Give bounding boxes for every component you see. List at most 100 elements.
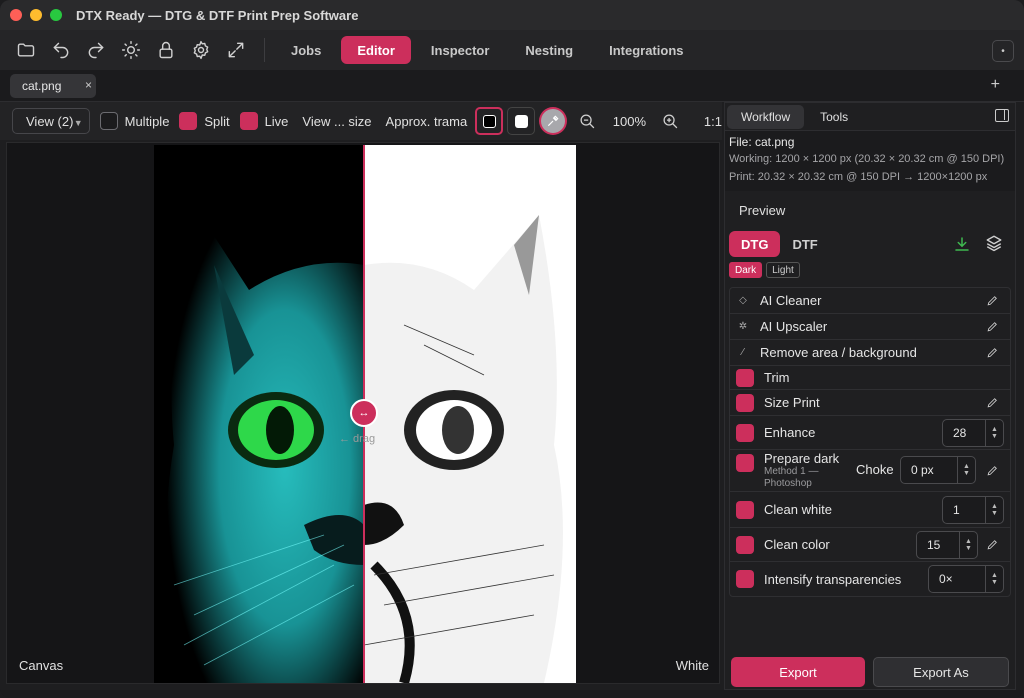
stepper-arrows[interactable]: ▲ ▼ — [959, 531, 977, 558]
download-icon[interactable] — [953, 235, 971, 253]
subtab-light[interactable]: Light — [766, 262, 800, 278]
step-label: Clean white — [764, 502, 832, 517]
mode-dtf[interactable]: DTF — [780, 231, 829, 257]
step-clean-color[interactable]: Clean color 15 ▲ ▼ — [730, 528, 1010, 562]
intensify-checkbox[interactable] — [736, 570, 754, 588]
title-bar: DTX Ready — DTG & DTF Print Prep Softwar… — [0, 0, 1024, 30]
cat-image-white-preview — [364, 145, 576, 683]
subtab-dark[interactable]: Dark — [729, 262, 763, 278]
approx-trama-button[interactable]: Approx. trama — [386, 114, 468, 129]
step-size-print[interactable]: Size Print — [730, 390, 1010, 416]
split-checkbox[interactable] — [179, 112, 198, 130]
view-select[interactable]: View (2) ▼ — [12, 108, 90, 134]
lock-icon — [159, 41, 173, 59]
dark-light-tabs: Dark Light — [725, 259, 1015, 281]
zoom-out-icon — [580, 113, 595, 128]
file-tab[interactable]: cat.png × — [10, 74, 96, 98]
canvas-area[interactable]: ↔ ← drag Canvas White — [6, 142, 720, 684]
white-background-swatch[interactable] — [507, 107, 535, 135]
settings-button[interactable] — [185, 34, 217, 66]
stepper-arrows[interactable]: ▲ ▼ — [957, 457, 975, 483]
view-size-button[interactable]: View ... size — [302, 114, 371, 129]
brightness-icon — [121, 40, 141, 60]
tab-tools[interactable]: Tools — [806, 105, 862, 129]
choke-stepper[interactable]: 0 px ▲ ▼ — [900, 456, 976, 484]
clean-color-checkbox[interactable] — [736, 535, 754, 554]
new-tab-button[interactable]: + — [991, 76, 1000, 94]
clean-white-stepper[interactable]: 1 ▲ ▼ — [942, 495, 1004, 524]
export-button[interactable]: Export — [731, 657, 865, 687]
step-remove-background[interactable]: ⁄ Remove area / background — [730, 340, 1010, 366]
tab-editor[interactable]: Editor — [341, 36, 411, 64]
clean-white-checkbox[interactable] — [736, 500, 754, 519]
undo-button[interactable] — [45, 34, 77, 66]
export-as-button[interactable]: Export As — [873, 657, 1009, 687]
intensify-stepper[interactable]: 0× ▲ ▼ — [928, 565, 1004, 593]
step-ai-upscaler[interactable]: ✲ AI Upscaler — [730, 314, 1010, 340]
clean-color-stepper[interactable]: 15 ▲ ▼ — [916, 530, 978, 559]
tab-jobs[interactable]: Jobs — [275, 36, 337, 64]
size-print-checkbox[interactable] — [736, 393, 754, 412]
zoom-out-button[interactable] — [577, 110, 599, 132]
sidebar-toggle-icon[interactable] — [995, 109, 1009, 122]
step-label: Clean color — [764, 537, 830, 552]
main-toolbar: Jobs Editor Inspector Nesting Integratio… — [0, 30, 1024, 70]
redo-icon — [88, 42, 104, 59]
zoom-window-button[interactable] — [50, 9, 62, 21]
status-bar — [0, 690, 1024, 698]
more-button[interactable]: • — [992, 40, 1014, 62]
edit-icon[interactable] — [986, 320, 1000, 334]
stepper-arrows[interactable]: ▲ ▼ — [985, 496, 1003, 523]
eyedropper-button[interactable] — [538, 107, 567, 135]
panel-tabs: Workflow Tools — [725, 103, 1015, 131]
live-checkbox[interactable] — [239, 112, 258, 130]
zoom-in-button[interactable] — [660, 110, 682, 132]
step-trim[interactable]: Trim — [730, 366, 1010, 390]
actual-size-button[interactable]: 1:1 — [704, 114, 722, 129]
canvas-label: Canvas — [19, 658, 64, 673]
edit-icon[interactable] — [986, 294, 1000, 308]
working-size: Working: 1200 × 1200 px (20.32 × 20.32 c… — [729, 153, 1005, 165]
open-folder-button[interactable] — [10, 34, 42, 66]
step-ai-cleaner[interactable]: ◇ AI Cleaner — [730, 288, 1010, 314]
brightness-button[interactable] — [115, 34, 147, 66]
mode-dtg[interactable]: DTG — [729, 231, 781, 257]
step-label: Remove area / background — [760, 345, 917, 360]
split-handle[interactable]: ↔ — [350, 399, 378, 427]
close-tab-icon[interactable]: × — [85, 78, 92, 92]
step-prepare-dark[interactable]: Prepare dark Method 1 — Photoshop Choke … — [730, 450, 1010, 492]
multiple-checkbox[interactable] — [99, 112, 118, 130]
edit-icon[interactable] — [986, 464, 1000, 478]
edit-icon[interactable] — [986, 538, 1000, 552]
black-background-swatch[interactable] — [475, 107, 504, 135]
file-tab-strip: cat.png × + — [0, 70, 1024, 102]
zoom-level: 100% — [612, 113, 646, 129]
edit-icon[interactable] — [986, 396, 1000, 410]
enhance-stepper[interactable]: 28 ▲ ▼ — [942, 418, 1004, 447]
layers-icon[interactable] — [985, 234, 1003, 252]
prepare-dark-checkbox[interactable] — [736, 454, 754, 472]
step-label: AI Cleaner — [760, 293, 822, 308]
gear-icon — [193, 40, 209, 60]
close-window-button[interactable] — [10, 9, 22, 21]
tab-workflow[interactable]: Workflow — [727, 104, 805, 129]
stepper-arrows[interactable]: ▲ ▼ — [985, 566, 1003, 592]
step-intensify-transparencies[interactable]: Intensify transparencies 0× ▲ ▼ — [730, 562, 1010, 596]
tab-inspector[interactable]: Inspector — [415, 36, 506, 64]
edit-icon[interactable] — [986, 346, 1000, 360]
cat-image-dark-preview — [154, 145, 364, 683]
trim-checkbox[interactable] — [736, 368, 754, 387]
redo-button[interactable] — [80, 34, 112, 66]
minimize-window-button[interactable] — [30, 9, 42, 21]
brush-icon: ⁄ — [742, 347, 744, 358]
drag-hint: ← drag — [339, 433, 376, 445]
tab-nesting[interactable]: Nesting — [509, 36, 589, 64]
eraser-icon: ◇ — [739, 295, 747, 306]
step-clean-white[interactable]: Clean white 1 ▲ ▼ — [730, 492, 1010, 528]
stepper-arrows[interactable]: ▲ ▼ — [985, 419, 1003, 446]
lock-button[interactable] — [150, 34, 182, 66]
tab-integrations[interactable]: Integrations — [593, 36, 699, 64]
fullscreen-button[interactable] — [220, 34, 252, 66]
enhance-checkbox[interactable] — [736, 423, 754, 442]
step-enhance[interactable]: Enhance 28 ▲ ▼ — [730, 416, 1010, 450]
